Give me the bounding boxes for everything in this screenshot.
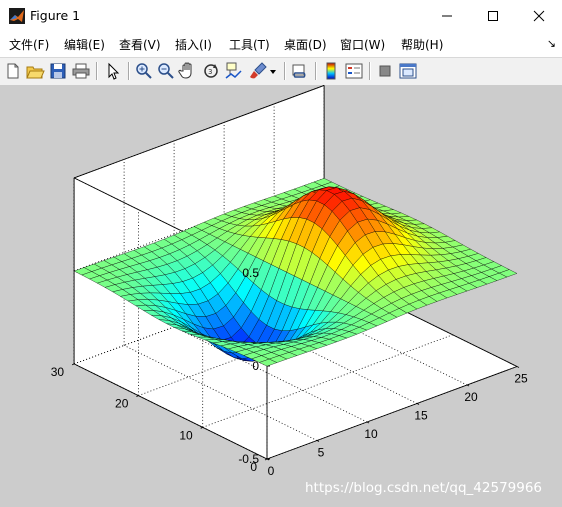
hide-plot-tools-icon[interactable] <box>375 61 395 81</box>
z-tick-label: 0 <box>252 359 259 373</box>
x-tick-label: 5 <box>318 446 325 460</box>
print-icon[interactable] <box>71 61 91 81</box>
svg-text:3: 3 <box>208 68 212 76</box>
menu-file[interactable]: 文件(F) <box>9 36 49 53</box>
menu-help[interactable]: 帮助(H) <box>401 36 443 53</box>
menu-edit[interactable]: 编辑(E) <box>64 36 105 53</box>
y-tick-mark <box>200 426 203 429</box>
save-icon[interactable] <box>48 61 68 81</box>
y-tick-label: 20 <box>115 397 129 411</box>
pan-hand-icon[interactable] <box>178 61 198 81</box>
colorbar-icon[interactable] <box>321 61 341 81</box>
close-icon <box>533 10 545 21</box>
minimize-icon <box>442 15 452 16</box>
figure-toolbar: 3 <box>0 57 562 86</box>
matlab-logo-icon <box>9 8 25 24</box>
legend-icon[interactable] <box>344 61 364 81</box>
x-tick-mark <box>316 440 320 442</box>
x-tick-mark <box>366 421 370 424</box>
menu-insert[interactable]: 插入(I) <box>175 36 212 53</box>
y-tick-label: 10 <box>179 428 193 442</box>
brush-dropdown-icon[interactable] <box>268 61 278 81</box>
close-button[interactable] <box>516 0 562 31</box>
show-plot-tools-icon[interactable] <box>398 61 418 81</box>
y-tick-mark <box>136 395 139 398</box>
x-tick-mark <box>516 366 520 368</box>
z-tick-label: -0.5 <box>238 452 259 466</box>
open-file-icon[interactable] <box>25 61 45 81</box>
y-tick-label: 30 <box>51 365 65 379</box>
zoom-out-icon[interactable] <box>156 61 176 81</box>
menu-window[interactable]: 窗口(W) <box>340 36 385 53</box>
maximize-icon <box>488 10 498 21</box>
select-arrow-icon[interactable] <box>103 61 123 81</box>
menu-tools[interactable]: 工具(T) <box>229 36 270 53</box>
menu-desktop[interactable]: 桌面(D) <box>284 36 327 53</box>
menu-view[interactable]: 查看(V) <box>119 36 161 53</box>
dock-arrow-icon[interactable]: ↘ <box>547 37 556 50</box>
x-tick-label: 20 <box>464 390 478 404</box>
maximize-button[interactable] <box>470 0 516 31</box>
figure-canvas: 0 5 10 15 20 25 0 10 20 30 0.5 0 -0.5 https://blog.c… <box>0 85 562 507</box>
z-tick-label: 0.5 <box>242 266 259 280</box>
brush-icon[interactable] <box>248 61 268 81</box>
zoom-in-icon[interactable] <box>134 61 154 81</box>
y-tick-mark <box>71 363 75 366</box>
x-tick-mark <box>466 384 470 387</box>
minimize-button[interactable] <box>424 0 470 31</box>
title-bar: Figure 1 <box>0 0 562 31</box>
y-tick-mark <box>264 458 268 461</box>
surface-plot[interactable]: 051015202501020300.50-0.5 <box>0 85 562 507</box>
menu-bar: 文件(F) 编辑(E) 查看(V) 插入(I) 工具(T) 桌面(D) 窗口(W… <box>0 33 562 55</box>
x-tick-mark <box>416 403 420 405</box>
watermark-text: https://blog.csdn.net/qq_42579966 <box>305 480 543 496</box>
link-plot-icon[interactable] <box>290 61 310 81</box>
x-tick-label: 10 <box>364 427 378 441</box>
data-cursor-icon[interactable] <box>224 61 244 81</box>
x-tick-label: 15 <box>414 409 428 423</box>
rotate-3d-icon[interactable]: 3 <box>201 61 221 81</box>
x-tick-label: 0 <box>268 464 275 478</box>
x-tick-label: 25 <box>514 372 528 386</box>
figure-window: Figure 1 文件(F) 编辑(E) 查看(V) 插入(I) 工具(T) 桌… <box>0 0 562 507</box>
window-title: Figure 1 <box>30 8 81 23</box>
new-figure-icon[interactable] <box>3 61 23 81</box>
